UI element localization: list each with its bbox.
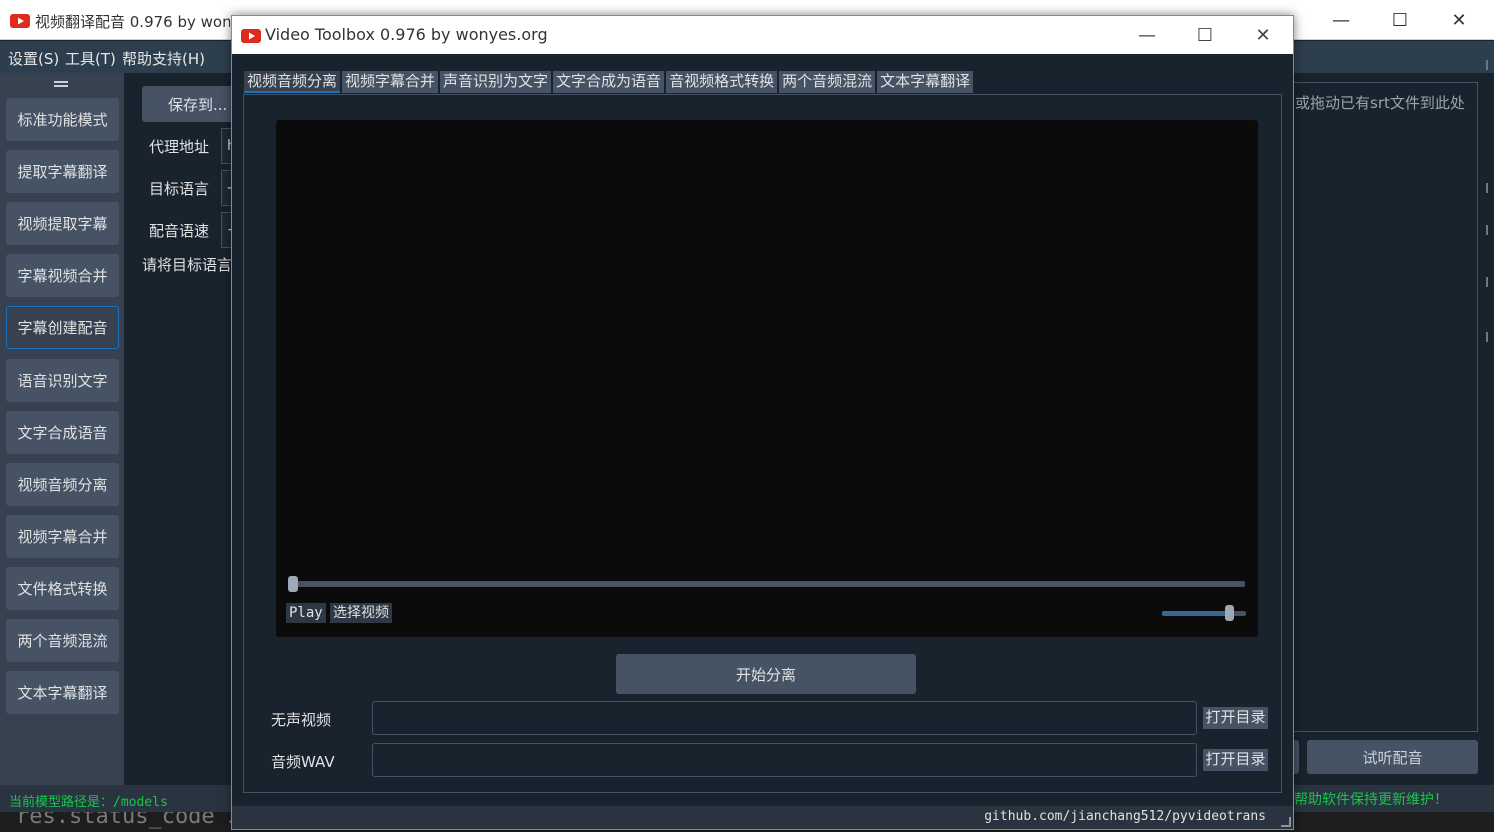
app-logo-icon (241, 28, 261, 47)
dialog-minimize-button[interactable]: — (1118, 16, 1176, 54)
target-language-label: 目标语言 (149, 180, 210, 198)
silent-video-path-input[interactable] (372, 701, 1197, 735)
select-video-button[interactable]: 选择视频 (330, 603, 392, 623)
tab-speech-recognition[interactable]: 声音识别为文字 (440, 71, 552, 93)
tab-text-to-speech[interactable]: 文字合成为语音 (553, 71, 665, 93)
proxy-label: 代理地址 (149, 138, 210, 156)
menu-settings[interactable]: 设置(S) (8, 48, 59, 69)
tab-format-convert[interactable]: 音视频格式转换 (666, 71, 778, 93)
srt-text-area[interactable]: 或拖动已有srt文件到此处 (1280, 82, 1478, 732)
audio-wav-label: 音频WAV (271, 753, 335, 771)
seek-slider-handle[interactable] (288, 576, 298, 592)
open-audio-dir-button[interactable]: 打开目录 (1203, 749, 1268, 771)
sidebar-item-speech-to-text[interactable]: 语音识别文字 (6, 359, 119, 402)
tab-text-translate[interactable]: 文本字幕翻译 (877, 71, 974, 93)
sidebar-drag-handle[interactable] (54, 81, 68, 87)
dialog-maximize-button[interactable]: ☐ (1176, 16, 1234, 54)
audio-wav-path-input[interactable] (372, 743, 1197, 777)
main-window-title: 视频翻译配音 0.976 by wonyes.org (35, 13, 230, 31)
volume-slider-fill (1162, 611, 1230, 616)
silent-video-label: 无声视频 (271, 711, 332, 729)
video-player[interactable]: Play 选择视频 (276, 120, 1258, 637)
sidebar-item-format-convert[interactable]: 文件格式转换 (6, 567, 119, 610)
open-silent-video-dir-button[interactable]: 打开目录 (1203, 707, 1268, 729)
save-to-button[interactable]: 保存到... (142, 86, 242, 122)
tab-separate-audio[interactable]: 视频音频分离 (244, 71, 341, 93)
sidebar-item-merge-subtitle-video[interactable]: 字幕视频合并 (6, 254, 119, 297)
volume-slider-handle[interactable] (1224, 605, 1234, 621)
close-button[interactable]: ✕ (1430, 0, 1488, 40)
scrollbar[interactable] (1484, 45, 1494, 825)
tool-tabs: 视频音频分离 视频字幕合并 声音识别为文字 文字合成为语音 音视频格式转换 两个… (244, 71, 975, 93)
sidebar-item-separate-audio[interactable]: 视频音频分离 (6, 463, 119, 506)
maximize-button[interactable]: ☐ (1371, 0, 1429, 40)
sidebar-item-text-to-speech[interactable]: 文字合成语音 (6, 411, 119, 454)
srt-placeholder: 或拖动已有srt文件到此处 (1295, 94, 1465, 112)
sidebar-item-extract-translate[interactable]: 提取字幕翻译 (6, 150, 119, 193)
tab-audio-mix[interactable]: 两个音频混流 (779, 71, 876, 93)
resize-grip-icon[interactable] (1281, 817, 1291, 827)
seek-slider-track[interactable] (289, 581, 1245, 587)
sidebar-item-standard-mode[interactable]: 标准功能模式 (6, 98, 119, 141)
sidebar: 标准功能模式 提取字幕翻译 视频提取字幕 字幕视频合并 字幕创建配音 语音识别文… (0, 73, 124, 785)
sidebar-item-audio-mix[interactable]: 两个音频混流 (6, 619, 119, 662)
sidebar-item-extract-subtitles[interactable]: 视频提取字幕 (6, 202, 119, 245)
sidebar-item-create-dubbing[interactable]: 字幕创建配音 (6, 306, 119, 349)
dialog-close-button[interactable]: ✕ (1234, 16, 1292, 54)
start-separate-button[interactable]: 开始分离 (616, 654, 916, 694)
dialog-title: Video Toolbox 0.976 by wonyes.org (265, 25, 548, 44)
app-logo-icon (10, 13, 30, 32)
tab-merge-subtitles[interactable]: 视频字幕合并 (342, 71, 439, 93)
dialog-statusbar: github.com/jianchang512/pyvideotrans (232, 806, 1293, 829)
sidebar-item-video-subtitle-merge[interactable]: 视频字幕合并 (6, 515, 119, 558)
voice-rate-label: 配音语速 (149, 222, 210, 240)
terminal-text: res.status_code 2 (16, 812, 242, 829)
menu-help[interactable]: 帮助支持(H) (122, 48, 205, 69)
listen-dubbing-button[interactable]: 试听配音 (1307, 740, 1478, 774)
play-button[interactable]: Play (286, 603, 326, 623)
menu-tools[interactable]: 工具(T) (65, 48, 116, 69)
dialog-titlebar: Video Toolbox 0.976 by wonyes.org — ☐ ✕ (232, 16, 1293, 54)
tab-panel: Play 选择视频 开始分离 无声视频 打开目录 音频WAV 打开目录 (243, 94, 1282, 793)
model-path-text: 当前模型路径是：/models (9, 795, 168, 810)
support-message-link[interactable]: 帮助软件保持更新维护！ (1294, 789, 1448, 809)
video-toolbox-dialog: Video Toolbox 0.976 by wonyes.org — ☐ ✕ … (231, 15, 1294, 830)
minimize-button[interactable]: — (1312, 0, 1370, 40)
sidebar-item-text-translate[interactable]: 文本字幕翻译 (6, 671, 119, 714)
target-language-hint: 请将目标语言 (142, 256, 233, 274)
github-link[interactable]: github.com/jianchang512/pyvideotrans (984, 809, 1266, 824)
